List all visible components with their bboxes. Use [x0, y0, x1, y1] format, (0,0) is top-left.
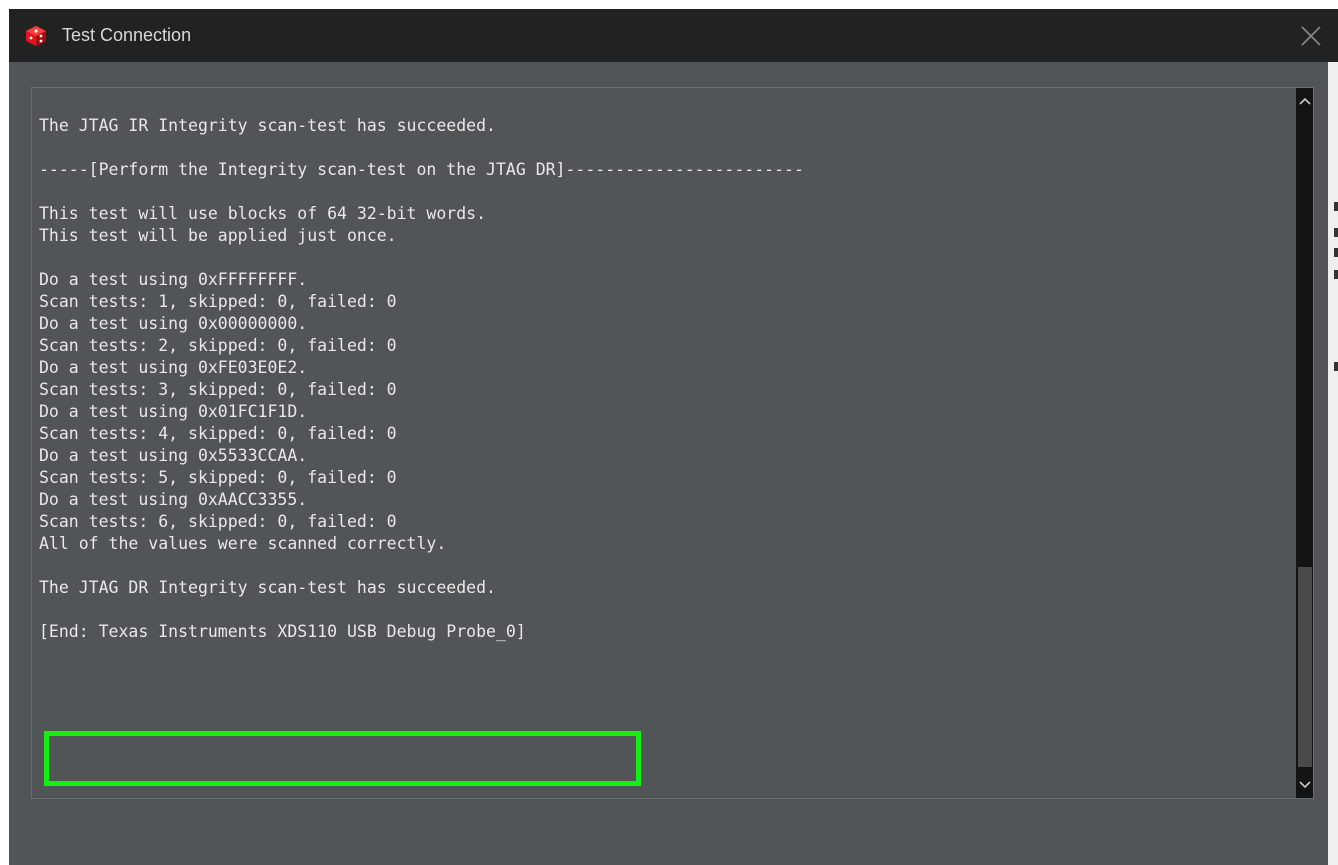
- console-line: Scan tests: 6, skipped: 0, failed: 0: [39, 512, 397, 531]
- console-line: Do a test using 0xFFFFFFFF.: [39, 270, 308, 289]
- console-line: This test will use blocks of 64 32-bit w…: [39, 204, 487, 223]
- console-line: -----[Perform the Integrity scan-test on…: [39, 160, 804, 179]
- console-text: The JTAG IR Integrity scan-test has succ…: [39, 115, 804, 643]
- console-line: The JTAG DR Integrity scan-test has succ…: [39, 578, 496, 597]
- success-highlight-box: [44, 731, 641, 786]
- console-line: Scan tests: 1, skipped: 0, failed: 0: [39, 292, 397, 311]
- console-line: Scan tests: 3, skipped: 0, failed: 0: [39, 380, 397, 399]
- console-line: Do a test using 0x01FC1F1D.: [39, 402, 308, 421]
- console-line: This test will be applied just once.: [39, 226, 397, 245]
- console-line: The JTAG IR Integrity scan-test has succ…: [39, 116, 496, 135]
- close-button[interactable]: [1292, 17, 1330, 55]
- console-line: Do a test using 0xFE03E0E2.: [39, 358, 308, 377]
- console-line: Do a test using 0x00000000.: [39, 314, 308, 333]
- console-line: Scan tests: 2, skipped: 0, failed: 0: [39, 336, 397, 355]
- scrollbar-thumb[interactable]: [1298, 567, 1312, 767]
- console-line: [End: Texas Instruments XDS110 USB Debug…: [39, 622, 526, 641]
- console-line: Scan tests: 4, skipped: 0, failed: 0: [39, 424, 397, 443]
- console-line: Do a test using 0xAACC3355.: [39, 490, 308, 509]
- ti-cube-icon: [26, 26, 46, 46]
- title-bar[interactable]: Test Connection: [9, 9, 1338, 62]
- chevron-down-icon[interactable]: [1296, 774, 1314, 796]
- vertical-scrollbar[interactable]: [1296, 88, 1314, 798]
- chevron-up-icon[interactable]: [1296, 90, 1314, 112]
- background-window-edge: [1328, 62, 1338, 865]
- console-output[interactable]: The JTAG IR Integrity scan-test has succ…: [31, 87, 1314, 799]
- window-title: Test Connection: [62, 25, 192, 45]
- console-line: All of the values were scanned correctly…: [39, 534, 447, 553]
- console-line: Do a test using 0x5533CCAA.: [39, 446, 308, 465]
- test-connection-dialog: Test Connection The JTAG IR Integrity sc…: [9, 9, 1338, 865]
- console-line: Scan tests: 5, skipped: 0, failed: 0: [39, 468, 397, 487]
